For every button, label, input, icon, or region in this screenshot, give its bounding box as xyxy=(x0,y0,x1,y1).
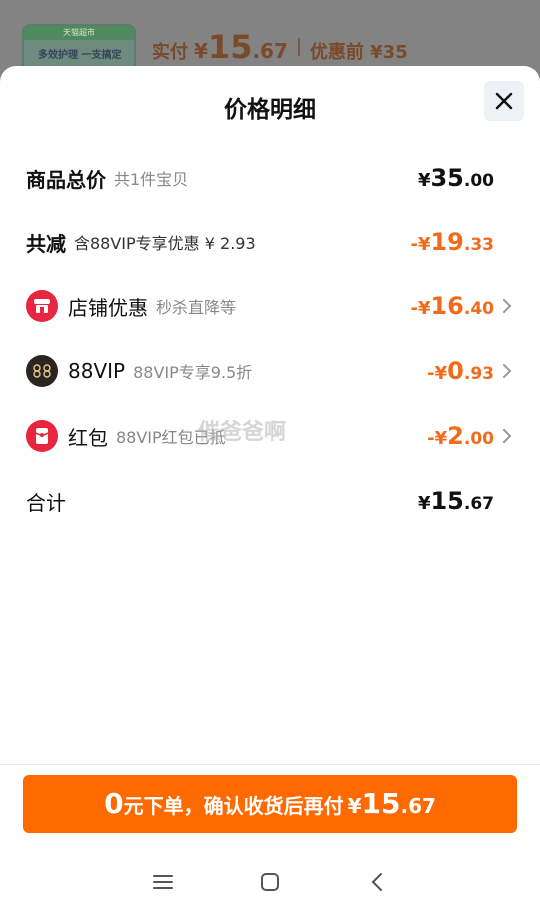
row-label: 店铺优惠 xyxy=(68,295,148,320)
thumbnail-text: 多效护理 一支搞定 xyxy=(38,50,122,61)
chevron-right-icon xyxy=(503,429,512,443)
amount-int: 16 xyxy=(430,292,464,320)
price-separator xyxy=(297,38,300,56)
menu-icon xyxy=(153,875,174,889)
nav-back-button[interactable] xyxy=(357,862,397,902)
chevron-right-icon xyxy=(503,364,512,378)
thumbnail-banner: 天猫超市 xyxy=(24,26,134,40)
system-nav-bar xyxy=(0,846,540,918)
amount-int: 15 xyxy=(430,487,464,515)
sheet-title: 价格明细 xyxy=(224,97,316,123)
amount-dec: .40 xyxy=(463,299,494,319)
background-price: 实付 ¥ 15 .67 优惠前 ¥35 xyxy=(152,28,408,66)
paid-yen: ¥ xyxy=(194,39,208,63)
row-amount: -¥ 0 .93 xyxy=(427,357,494,385)
amount-dec: .33 xyxy=(463,235,494,255)
original-price: 优惠前 ¥35 xyxy=(309,42,408,63)
cta-yen: ¥ xyxy=(347,794,362,818)
row-amount: ¥ 15 .67 xyxy=(418,487,494,515)
nav-home-button[interactable] xyxy=(250,862,290,902)
amount-dec: .67 xyxy=(463,494,494,514)
price-detail-sheet: 价格明细 商品总价 共1件宝贝 ¥ 35 .00 共减 含88VIP专享优惠 ¥… xyxy=(0,66,540,918)
row-label: 红包 xyxy=(68,425,108,450)
amount-dec: .00 xyxy=(463,429,494,449)
red-packet-icon xyxy=(26,420,58,452)
amount-int: 0 xyxy=(447,357,464,385)
amount-dec: .93 xyxy=(463,364,494,384)
row-amount: ¥ 35 .00 xyxy=(418,164,494,192)
row-label: 共减 xyxy=(26,231,66,256)
amount-int: 19 xyxy=(430,228,464,256)
row-amount: -¥ 2 .00 xyxy=(427,422,494,450)
place-order-button[interactable]: 0 元下单，确认收货后再付 ¥ 15 .67 xyxy=(23,775,517,833)
amount-sign: -¥ xyxy=(410,234,431,255)
amount-sign: -¥ xyxy=(427,363,448,384)
row-label: 88VIP xyxy=(68,359,126,383)
paid-label: 实付 xyxy=(152,42,188,63)
amount-dec: .00 xyxy=(463,171,494,191)
row-label: 合计 xyxy=(26,490,66,515)
row-amount: -¥ 19 .33 xyxy=(410,228,494,256)
cta-int: 15 xyxy=(361,787,401,820)
paid-int: 15 xyxy=(207,28,253,66)
amount-sign: ¥ xyxy=(417,493,431,514)
row-label: 商品总价 xyxy=(26,167,106,192)
row-red-packet[interactable]: 红包 88VIP红包已抵 -¥ 2 .00 xyxy=(26,416,514,456)
nav-menu-button[interactable] xyxy=(143,862,183,902)
cta-zero: 0 xyxy=(104,787,124,820)
amount-int: 35 xyxy=(430,164,464,192)
amount-int: 2 xyxy=(447,422,464,450)
row-sub: 含88VIP专享优惠 ¥ 2.93 xyxy=(74,234,256,253)
close-button[interactable] xyxy=(484,81,524,121)
amount-sign: -¥ xyxy=(410,298,431,319)
divider xyxy=(0,764,540,765)
row-sub: 88VIP红包已抵 xyxy=(116,428,226,447)
shop-icon xyxy=(26,290,58,322)
back-icon xyxy=(371,873,382,891)
cta-dec: .67 xyxy=(400,794,436,818)
home-square-icon xyxy=(260,873,279,891)
row-sub: 秒杀直降等 xyxy=(156,298,237,317)
row-sub: 88VIP专享9.5折 xyxy=(133,363,253,382)
row-88vip[interactable]: 88VIP 88VIP专享9.5折 -¥ 0 .93 xyxy=(26,351,514,391)
row-sum: 合计 ¥ 15 .67 xyxy=(26,481,514,521)
row-amount: -¥ 16 .40 xyxy=(410,292,494,320)
row-total-reduce: 共减 含88VIP专享优惠 ¥ 2.93 -¥ 19 .33 xyxy=(26,222,514,262)
amount-sign: ¥ xyxy=(417,170,431,191)
row-shop-discount[interactable]: 店铺优惠 秒杀直降等 -¥ 16 .40 xyxy=(26,286,514,326)
paid-dec: .67 xyxy=(252,39,288,63)
cta-text: 元下单，确认收货后再付 xyxy=(123,794,344,818)
amount-sign: -¥ xyxy=(427,428,448,449)
row-sub: 共1件宝贝 xyxy=(114,170,189,189)
row-goods-total: 商品总价 共1件宝贝 ¥ 35 .00 xyxy=(26,158,514,198)
close-icon xyxy=(495,92,513,110)
chevron-right-icon xyxy=(503,299,512,313)
vip-88-icon xyxy=(26,355,58,387)
